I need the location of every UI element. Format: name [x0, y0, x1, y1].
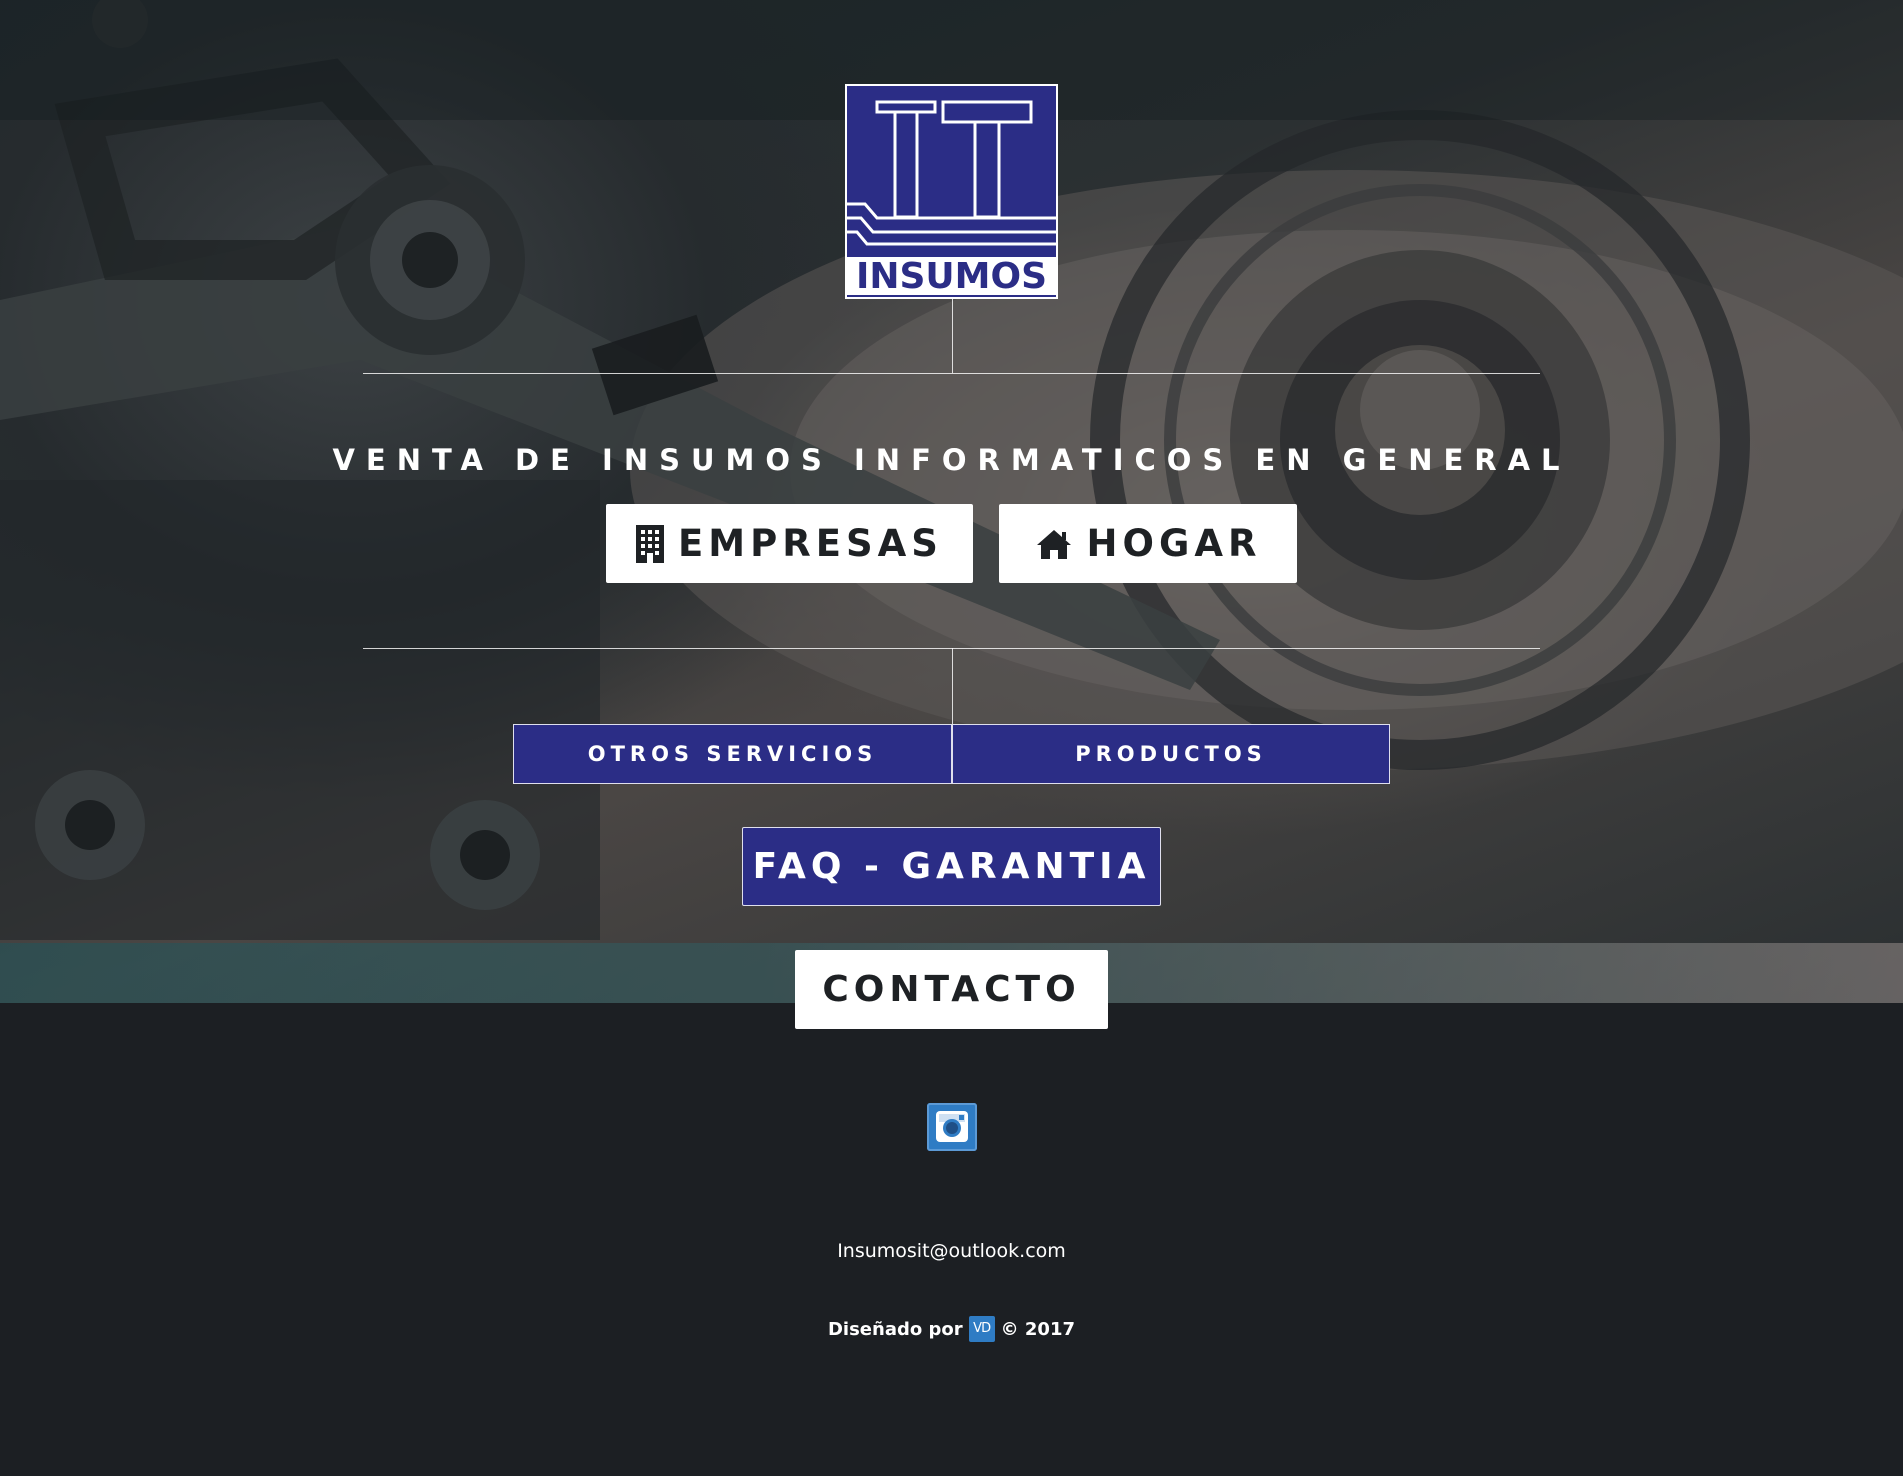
- designer-logo[interactable]: VD: [968, 1316, 995, 1342]
- instagram-icon[interactable]: [927, 1103, 977, 1151]
- instagram-glyph: [936, 1111, 968, 1142]
- productos-label: PRODUCTOS: [1075, 742, 1267, 766]
- empresas-button[interactable]: EMPRESAS: [606, 504, 973, 583]
- footer-credits: Diseñado por VD © 2017: [0, 1316, 1903, 1342]
- faq-garantia-label: FAQ - GARANTIA: [752, 846, 1151, 887]
- building-icon: [636, 524, 665, 563]
- logo-connector-line: [952, 299, 953, 373]
- contact-email[interactable]: Insumosit@outlook.com: [0, 1240, 1903, 1262]
- home-icon: [1036, 529, 1071, 559]
- copyright-text: © 2017: [1000, 1318, 1075, 1340]
- empresas-label: EMPRESAS: [678, 522, 943, 565]
- contacto-label: CONTACTO: [822, 969, 1081, 1010]
- productos-button[interactable]: PRODUCTOS: [952, 724, 1390, 784]
- hogar-button[interactable]: HOGAR: [999, 504, 1297, 583]
- hogar-label: HOGAR: [1086, 522, 1262, 565]
- top-divider: [363, 373, 1540, 374]
- otros-servicios-label: OTROS SERVICIOS: [587, 742, 878, 766]
- it-insumos-logo[interactable]: INSUMOS: [845, 84, 1058, 299]
- logo-wordmark: INSUMOS: [847, 257, 1056, 297]
- contacto-button[interactable]: CONTACTO: [795, 950, 1108, 1029]
- it-logo-mark: [847, 100, 1056, 246]
- services-connector-line: [952, 648, 953, 724]
- otros-servicios-button[interactable]: OTROS SERVICIOS: [513, 724, 952, 784]
- designed-by-text: Diseñado por: [827, 1318, 963, 1340]
- faq-garantia-button[interactable]: FAQ - GARANTIA: [742, 827, 1161, 906]
- tagline: VENTA DE INSUMOS INFORMATICOS EN GENERAL: [332, 443, 1571, 477]
